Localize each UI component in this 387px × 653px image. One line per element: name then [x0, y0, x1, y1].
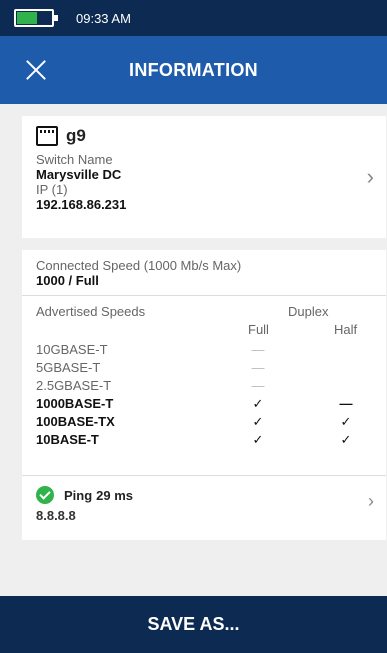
half-duplex-mark: — — [339, 396, 353, 411]
status-time: 09:33 AM — [76, 10, 131, 26]
save-as-button[interactable]: SAVE AS... — [0, 596, 387, 653]
ethernet-port-icon — [36, 126, 58, 146]
chevron-right-icon[interactable]: › — [368, 492, 374, 510]
speed-row: 5GBASE-T — — [22, 360, 386, 377]
full-duplex-check-icon: ✓ — [252, 432, 264, 447]
advertised-speeds-table: Advertised Speeds Duplex Full Half 10GBA… — [22, 296, 386, 476]
full-duplex-mark: — — [251, 378, 265, 393]
connected-speed-label: Connected Speed (1000 Mb/s Max) — [36, 258, 242, 273]
chevron-right-icon[interactable]: › — [367, 166, 374, 188]
close-icon[interactable] — [26, 60, 46, 80]
speed-name: 100BASE-TX — [36, 414, 115, 429]
app-bar: INFORMATION — [0, 36, 387, 104]
speed-name: 1000BASE-T — [36, 396, 114, 411]
port-name: g9 — [66, 126, 86, 145]
speed-row: 10GBASE-T — — [22, 342, 386, 359]
connected-speed-section: Connected Speed (1000 Mb/s Max) 1000 / F… — [22, 250, 386, 296]
ping-value: 29 ms — [96, 487, 134, 503]
speed-row: 100BASE-TX ✓ ✓ — [22, 414, 386, 431]
half-column-header: Half — [334, 322, 358, 337]
ping-header: Ping 29 ms — [36, 486, 372, 504]
save-as-label: SAVE AS... — [147, 614, 240, 634]
battery-fill — [17, 12, 37, 24]
speed-row: 1000BASE-T ✓ — — [22, 396, 386, 413]
ping-label: Ping — [64, 487, 93, 503]
speed-card: Connected Speed (1000 Mb/s Max) 1000 / F… — [22, 250, 386, 540]
ip-value: 192.168.86.231 — [36, 197, 127, 212]
page-title: INFORMATION — [129, 59, 258, 80]
switch-card[interactable]: g9 Switch Name Marysville DC IP (1) 192.… — [22, 116, 386, 238]
speed-name: 2.5GBASE-T — [36, 378, 112, 393]
half-duplex-check-icon: ✓ — [340, 432, 352, 447]
half-duplex-check-icon: ✓ — [340, 414, 352, 429]
full-duplex-check-icon: ✓ — [252, 414, 264, 429]
full-duplex-check-icon: ✓ — [252, 396, 264, 411]
full-column-header: Full — [248, 322, 269, 337]
switch-name-label: Switch Name — [36, 152, 113, 167]
speed-row: 10BASE-T ✓ ✓ — [22, 432, 386, 449]
connected-speed-value: 1000 / Full — [36, 273, 99, 288]
ping-address: 8.8.8.8 — [36, 508, 76, 523]
ip-label: IP (1) — [36, 182, 68, 197]
status-bar: 09:33 AM — [0, 0, 387, 36]
speed-name: 5GBASE-T — [36, 360, 101, 375]
ping-row[interactable]: Ping 29 ms 8.8.8.8 › — [22, 476, 386, 538]
duplex-label: Duplex — [288, 304, 329, 319]
speed-name: 10BASE-T — [36, 432, 99, 447]
speed-row: 2.5GBASE-T — — [22, 378, 386, 395]
advertised-speeds-label: Advertised Speeds — [36, 304, 146, 319]
switch-name-value: Marysville DC — [36, 167, 122, 182]
success-check-icon — [36, 486, 54, 504]
full-duplex-mark: — — [251, 360, 265, 375]
full-duplex-mark: — — [251, 342, 265, 357]
speed-name: 10GBASE-T — [36, 342, 108, 357]
battery-icon — [14, 9, 58, 27]
switch-header: g9 — [36, 126, 372, 146]
